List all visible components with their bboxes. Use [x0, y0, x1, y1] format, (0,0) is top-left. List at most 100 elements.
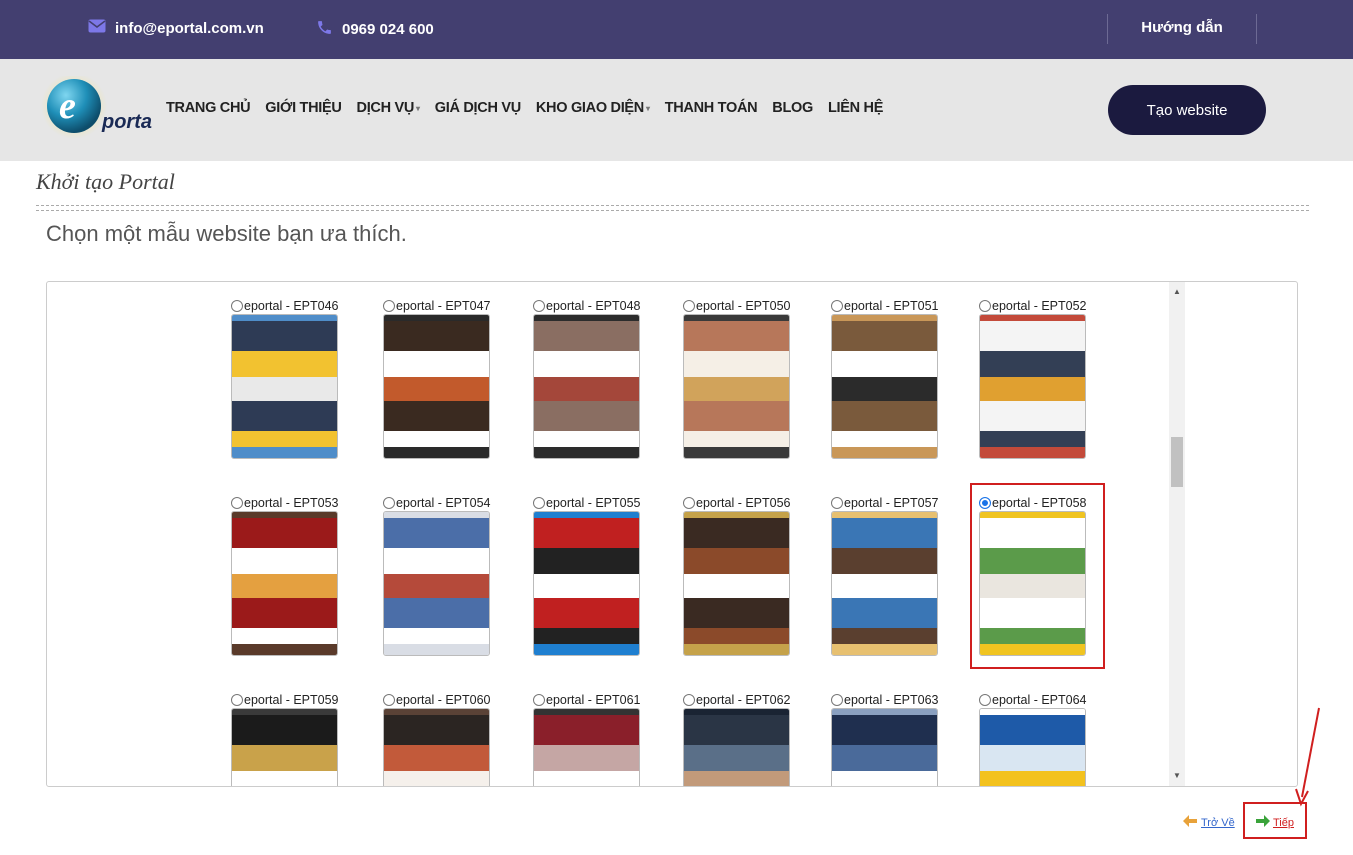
- template-card[interactable]: eportal - EPT052: [979, 299, 1091, 459]
- template-radio[interactable]: [231, 300, 243, 312]
- template-radio[interactable]: [533, 300, 545, 312]
- template-option[interactable]: eportal - EPT046: [231, 299, 343, 313]
- template-option[interactable]: eportal - EPT060: [383, 693, 495, 707]
- create-website-button[interactable]: Tạo website: [1108, 85, 1266, 135]
- template-card[interactable]: eportal - EPT047: [383, 299, 495, 459]
- template-radio[interactable]: [683, 497, 695, 509]
- thumbnail-section: [684, 548, 789, 574]
- nav-item[interactable]: GIÁ DỊCH VỤ: [435, 100, 521, 116]
- template-thumbnail[interactable]: [533, 708, 640, 786]
- template-option[interactable]: eportal - EPT061: [533, 693, 645, 707]
- nav-item-label: GIỚI THIỆU: [265, 100, 342, 116]
- template-radio[interactable]: [979, 300, 991, 312]
- template-option[interactable]: eportal - EPT059: [231, 693, 343, 707]
- contact-email[interactable]: info@eportal.com.vn: [88, 19, 264, 37]
- template-radio[interactable]: [831, 300, 843, 312]
- back-link[interactable]: Trở Về: [1183, 815, 1235, 830]
- nav-item[interactable]: TRANG CHỦ: [166, 100, 251, 116]
- template-option[interactable]: eportal - EPT050: [683, 299, 795, 313]
- template-thumbnail[interactable]: [533, 314, 640, 459]
- template-option[interactable]: eportal - EPT062: [683, 693, 795, 707]
- template-radio[interactable]: [831, 694, 843, 706]
- template-radio[interactable]: [683, 694, 695, 706]
- template-thumbnail[interactable]: [979, 708, 1086, 786]
- template-option[interactable]: eportal - EPT056: [683, 496, 795, 510]
- template-card[interactable]: eportal - EPT048: [533, 299, 645, 459]
- next-button[interactable]: Tiếp: [1243, 802, 1307, 839]
- template-option[interactable]: eportal - EPT051: [831, 299, 943, 313]
- scroll-down-icon[interactable]: ▼: [1169, 768, 1185, 784]
- template-option[interactable]: eportal - EPT048: [533, 299, 645, 313]
- template-thumbnail[interactable]: [533, 511, 640, 656]
- scroll-up-icon[interactable]: ▲: [1169, 284, 1185, 300]
- nav-item[interactable]: THANH TOÁN: [665, 100, 758, 116]
- nav-item[interactable]: BLOG: [772, 100, 813, 116]
- template-option[interactable]: eportal - EPT055: [533, 496, 645, 510]
- template-radio[interactable]: [831, 497, 843, 509]
- nav-item[interactable]: KHO GIAO DIỆN ▾: [536, 100, 650, 116]
- template-option[interactable]: eportal - EPT057: [831, 496, 943, 510]
- template-radio[interactable]: [231, 497, 243, 509]
- template-card[interactable]: eportal - EPT062: [683, 693, 795, 786]
- template-option[interactable]: eportal - EPT063: [831, 693, 943, 707]
- template-thumbnail[interactable]: [831, 708, 938, 786]
- contact-phone[interactable]: 0969 024 600: [316, 19, 434, 40]
- template-thumbnail[interactable]: [683, 708, 790, 786]
- template-thumbnail[interactable]: [683, 511, 790, 656]
- template-gallery[interactable]: eportal - EPT046 eportal - EPT047 eportal …: [46, 281, 1298, 787]
- template-card[interactable]: eportal - EPT054: [383, 496, 495, 656]
- template-thumbnail[interactable]: [831, 511, 938, 656]
- template-card[interactable]: eportal - EPT055: [533, 496, 645, 656]
- template-card[interactable]: eportal - EPT046: [231, 299, 343, 459]
- thumbnail-section: [980, 401, 1085, 431]
- back-label: Trở Về: [1201, 816, 1235, 829]
- nav-item[interactable]: DỊCH VỤ ▾: [357, 100, 421, 116]
- template-radio[interactable]: [683, 300, 695, 312]
- thumbnail-section: [534, 518, 639, 548]
- template-card[interactable]: eportal - EPT064: [979, 693, 1091, 786]
- nav-item[interactable]: GIỚI THIỆU: [265, 100, 342, 116]
- template-thumbnail[interactable]: [231, 511, 338, 656]
- template-card[interactable]: eportal - EPT061: [533, 693, 645, 786]
- template-option[interactable]: eportal - EPT064: [979, 693, 1091, 707]
- template-radio[interactable]: [533, 694, 545, 706]
- template-radio[interactable]: [533, 497, 545, 509]
- template-thumbnail[interactable]: [831, 314, 938, 459]
- thumbnail-section: [832, 447, 937, 458]
- template-option[interactable]: eportal - EPT052: [979, 299, 1091, 313]
- template-thumbnail[interactable]: [979, 314, 1086, 459]
- template-option[interactable]: eportal - EPT047: [383, 299, 495, 313]
- nav-item[interactable]: LIÊN HỆ: [828, 100, 883, 116]
- template-card[interactable]: eportal - EPT056: [683, 496, 795, 656]
- template-option[interactable]: eportal - EPT053: [231, 496, 343, 510]
- scrollbar-thumb[interactable]: [1171, 437, 1183, 487]
- template-radio[interactable]: [383, 497, 395, 509]
- template-card[interactable]: eportal - EPT063: [831, 693, 943, 786]
- template-card[interactable]: eportal - EPT060: [383, 693, 495, 786]
- thumbnail-section: [832, 598, 937, 628]
- eportal-logo[interactable]: e portal: [40, 73, 158, 144]
- template-thumbnail[interactable]: [383, 314, 490, 459]
- template-thumbnail[interactable]: [231, 314, 338, 459]
- template-thumbnail[interactable]: [231, 708, 338, 786]
- thumbnail-section: [684, 518, 789, 548]
- template-thumbnail[interactable]: [383, 708, 490, 786]
- template-thumbnail[interactable]: [683, 314, 790, 459]
- template-card[interactable]: eportal - EPT057: [831, 496, 943, 656]
- template-card[interactable]: eportal - EPT059: [231, 693, 343, 786]
- help-link[interactable]: Hướng dẫn: [1108, 19, 1256, 36]
- template-label: eportal - EPT052: [992, 299, 1087, 313]
- template-radio[interactable]: [383, 300, 395, 312]
- template-card[interactable]: eportal - EPT050: [683, 299, 795, 459]
- envelope-icon: [88, 19, 106, 37]
- template-card[interactable]: eportal - EPT053: [231, 496, 343, 656]
- template-thumbnail[interactable]: [383, 511, 490, 656]
- template-radio[interactable]: [231, 694, 243, 706]
- template-card[interactable]: eportal - EPT051: [831, 299, 943, 459]
- thumbnail-section: [832, 574, 937, 598]
- template-option[interactable]: eportal - EPT054: [383, 496, 495, 510]
- template-radio[interactable]: [979, 694, 991, 706]
- template-radio[interactable]: [383, 694, 395, 706]
- gallery-scrollbar[interactable]: ▲ ▼: [1169, 282, 1185, 786]
- thumbnail-section: [384, 574, 489, 598]
